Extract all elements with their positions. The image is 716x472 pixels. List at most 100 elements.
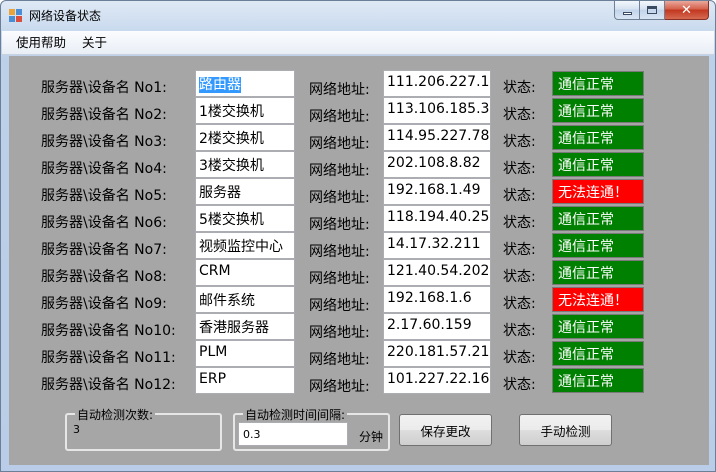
device-row: 服务器\设备名 No1: 路由器 网络地址: 111.206.227.118 状态: 通信… (9, 70, 709, 98)
device-label: 服务器\设备名 No11: (41, 350, 176, 366)
device-name-input[interactable]: PLM (195, 340, 295, 367)
device-ip-input[interactable]: 111.206.227.118 (383, 70, 491, 97)
device-name-input[interactable]: 邮件系统 (195, 286, 295, 313)
address-label: 网络地址: (309, 82, 370, 98)
interval-input[interactable]: 0.3 (238, 422, 348, 446)
state-label: 状态: (503, 296, 536, 312)
title-bar[interactable]: 网络设备状态 ✕ (1, 1, 715, 31)
device-row: 服务器\设备名 No12: ERP 网络地址: 101.227.22.162 状态: 通信… (9, 367, 709, 395)
device-row: 服务器\设备名 No6: 5楼交换机 网络地址: 118.194.40.25 状态: 通信… (9, 205, 709, 233)
device-label: 服务器\设备名 No3: (41, 134, 167, 150)
state-label: 状态: (503, 215, 536, 231)
device-name-text: ERP (199, 371, 227, 387)
device-label: 服务器\设备名 No6: (41, 215, 167, 231)
device-name-input[interactable]: 视频监控中心 (195, 232, 295, 259)
device-ip-input[interactable]: 192.168.1.49 (383, 178, 491, 205)
window-controls: ✕ (614, 1, 709, 21)
device-ip-input[interactable]: 2.17.60.159 (383, 313, 491, 340)
device-name-input[interactable]: 5楼交换机 (195, 205, 295, 232)
close-icon: ✕ (681, 2, 692, 18)
auto-count-title: 自动检测次数: (75, 406, 156, 423)
status-indicator: 通信正常 (552, 368, 644, 393)
address-label: 网络地址: (309, 325, 370, 341)
interval-unit: 分钟 (359, 430, 384, 444)
address-label: 网络地址: (309, 109, 370, 125)
device-name-input[interactable]: 2楼交换机 (195, 124, 295, 151)
device-name-text: 邮件系统 (199, 293, 255, 309)
device-name-input[interactable]: 服务器 (195, 178, 295, 205)
device-label: 服务器\设备名 No9: (41, 296, 167, 312)
device-name-text: 香港服务器 (199, 320, 269, 336)
device-row: 服务器\设备名 No10: 香港服务器 网络地址: 2.17.60.159 状态: 通信正… (9, 313, 709, 341)
status-indicator: 通信正常 (552, 206, 644, 231)
device-name-input[interactable]: 路由器 (195, 70, 295, 97)
device-ip-input[interactable]: 202.108.8.82 (383, 151, 491, 178)
device-ip-input[interactable]: 192.168.1.6 (383, 286, 491, 313)
address-label: 网络地址: (309, 271, 370, 287)
minimize-button[interactable] (614, 1, 640, 20)
device-name-text: PLM (199, 344, 228, 360)
device-row: 服务器\设备名 No11: PLM 网络地址: 220.181.57.217 状态: 通信… (9, 340, 709, 368)
device-row: 服务器\设备名 No4: 3楼交换机 网络地址: 202.108.8.82 状态: 通信正… (9, 151, 709, 179)
device-ip-input[interactable]: 220.181.57.217 (383, 340, 491, 367)
main-window: 网络设备状态 ✕ 使用帮助 关于 自动检测次数: 3 自动检测时间间隔: 0.3… (0, 0, 716, 472)
status-indicator: 通信正常 (552, 98, 644, 123)
status-indicator: 无法连通！ (552, 287, 644, 312)
state-label: 状态: (503, 134, 536, 150)
device-row: 服务器\设备名 No8: CRM 网络地址: 121.40.54.202 状态: 通信正常 (9, 259, 709, 287)
menu-help[interactable]: 使用帮助 (8, 32, 74, 54)
auto-interval-title: 自动检测时间间隔: (243, 406, 348, 423)
device-row: 服务器\设备名 No7: 视频监控中心 网络地址: 14.17.32.211 状态: 通信… (9, 232, 709, 260)
device-row: 服务器\设备名 No2: 1楼交换机 网络地址: 113.106.185.30 状态: 通… (9, 97, 709, 125)
address-label: 网络地址: (309, 244, 370, 260)
device-label: 服务器\设备名 No2: (41, 107, 167, 123)
device-name-input[interactable]: ERP (195, 367, 295, 394)
state-label: 状态: (503, 80, 536, 96)
device-label: 服务器\设备名 No7: (41, 242, 167, 258)
address-label: 网络地址: (309, 217, 370, 233)
status-indicator: 通信正常 (552, 152, 644, 177)
device-ip-input[interactable]: 14.17.32.211 (383, 232, 491, 259)
address-label: 网络地址: (309, 163, 370, 179)
state-label: 状态: (503, 269, 536, 285)
device-name-text: 服务器 (199, 185, 241, 201)
maximize-icon (647, 6, 657, 14)
device-name-input[interactable]: 3楼交换机 (195, 151, 295, 178)
device-label: 服务器\设备名 No4: (41, 161, 167, 177)
status-indicator: 通信正常 (552, 71, 644, 96)
device-label: 服务器\设备名 No12: (41, 377, 176, 393)
device-ip-input[interactable]: 118.194.40.25 (383, 205, 491, 232)
device-ip-input[interactable]: 113.106.185.30 (383, 97, 491, 124)
save-changes-button[interactable]: 保存更改 (399, 414, 492, 446)
device-ip-input[interactable]: 101.227.22.162 (383, 367, 491, 394)
address-label: 网络地址: (309, 379, 370, 395)
window-title: 网络设备状态 (29, 9, 102, 23)
device-row: 服务器\设备名 No5: 服务器 网络地址: 192.168.1.49 状态: 无法连通！ (9, 178, 709, 206)
status-indicator: 通信正常 (552, 233, 644, 258)
menu-about[interactable]: 关于 (74, 32, 115, 54)
network-app-icon (9, 9, 23, 23)
device-name-text: 2楼交换机 (199, 131, 264, 147)
state-label: 状态: (503, 161, 536, 177)
device-name-input[interactable]: CRM (195, 259, 295, 286)
manual-check-button[interactable]: 手动检测 (519, 414, 612, 446)
device-label: 服务器\设备名 No8: (41, 269, 167, 285)
maximize-button[interactable] (640, 1, 665, 20)
device-name-text: 1楼交换机 (199, 104, 264, 120)
device-name-text: CRM (199, 263, 231, 279)
device-name-input[interactable]: 1楼交换机 (195, 97, 295, 124)
close-button[interactable]: ✕ (665, 1, 709, 20)
device-name-text: 路由器 (199, 77, 241, 93)
auto-count-group: 自动检测次数: (65, 406, 222, 451)
state-label: 状态: (503, 107, 536, 123)
state-label: 状态: (503, 377, 536, 393)
address-label: 网络地址: (309, 136, 370, 152)
device-name-text: 3楼交换机 (199, 158, 264, 174)
device-ip-input[interactable]: 121.40.54.202 (383, 259, 491, 286)
device-ip-input[interactable]: 114.95.227.78 (383, 124, 491, 151)
state-label: 状态: (503, 350, 536, 366)
device-name-input[interactable]: 香港服务器 (195, 313, 295, 340)
address-label: 网络地址: (309, 190, 370, 206)
address-label: 网络地址: (309, 298, 370, 314)
state-label: 状态: (503, 188, 536, 204)
